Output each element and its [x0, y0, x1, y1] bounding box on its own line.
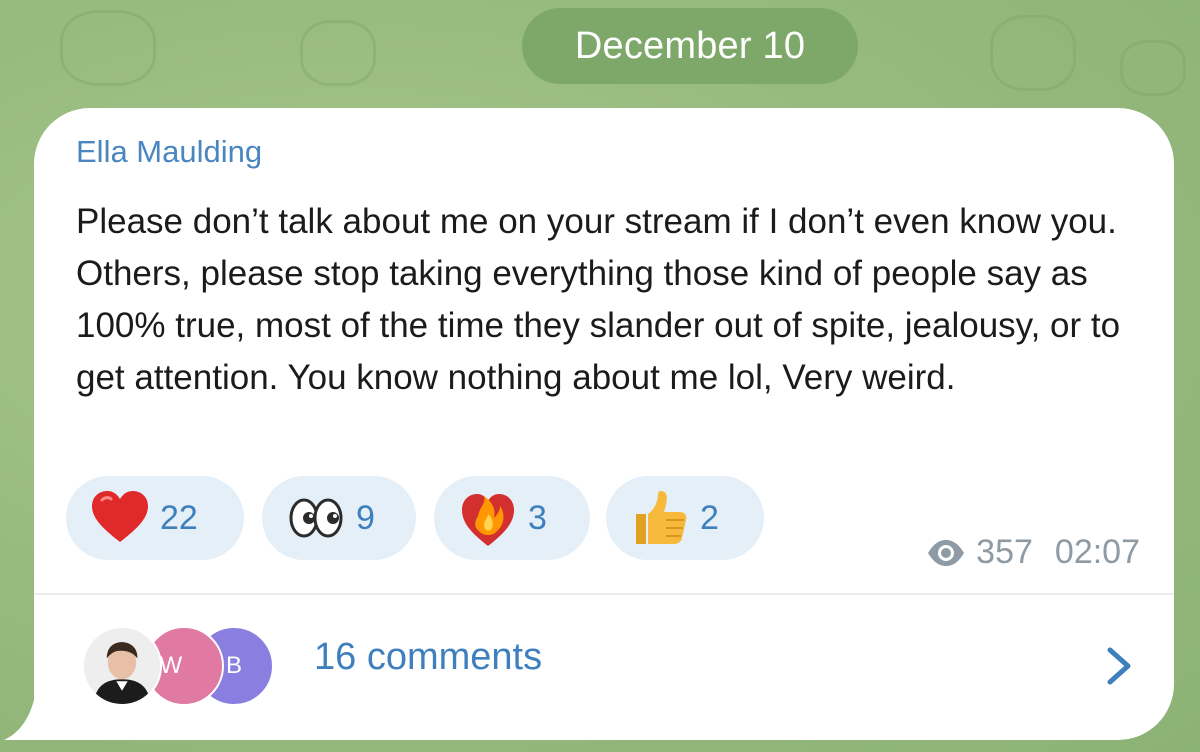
reaction-heart-on-fire[interactable]: 3 [434, 476, 590, 560]
reaction-count: 3 [528, 498, 547, 537]
user-photo-avatar [82, 626, 162, 706]
background-doodle [990, 15, 1076, 91]
chevron-right-icon[interactable] [1104, 644, 1134, 688]
reaction-count: 2 [700, 498, 719, 537]
message-text: Please don’t talk about me on your strea… [76, 202, 1121, 397]
thumbs-up-icon [636, 491, 687, 544]
red-heart-icon [92, 491, 148, 542]
reaction-count: 9 [356, 498, 375, 537]
message-time: 02:07 [1054, 533, 1140, 571]
background-doodle [1120, 40, 1186, 96]
heart-on-fire-icon [462, 494, 514, 546]
avatar-photo [84, 628, 160, 704]
reaction-thumbs-up[interactable]: 2 [606, 476, 764, 560]
eyes-icon [289, 498, 343, 538]
reaction-eyes[interactable]: 9 [262, 476, 416, 560]
reaction-count: 22 [160, 498, 198, 537]
sender-name[interactable]: Ella Maulding [76, 134, 262, 170]
divider [34, 593, 1174, 595]
bubble-tail [4, 700, 44, 740]
message-bubble[interactable]: Ella Maulding Please don’t talk about me… [4, 108, 1174, 740]
eye-icon [928, 539, 965, 566]
reaction-heart[interactable]: 22 [66, 476, 244, 560]
message-meta: 357 02:07 [926, 533, 1140, 572]
view-count: 357 [976, 533, 1033, 571]
date-separator: December 10 [522, 8, 858, 84]
comments-link[interactable]: 16 comments [314, 636, 542, 679]
commenter-avatars[interactable]: W B [82, 626, 282, 710]
background-doodle [300, 20, 376, 86]
background-doodle [60, 10, 156, 86]
